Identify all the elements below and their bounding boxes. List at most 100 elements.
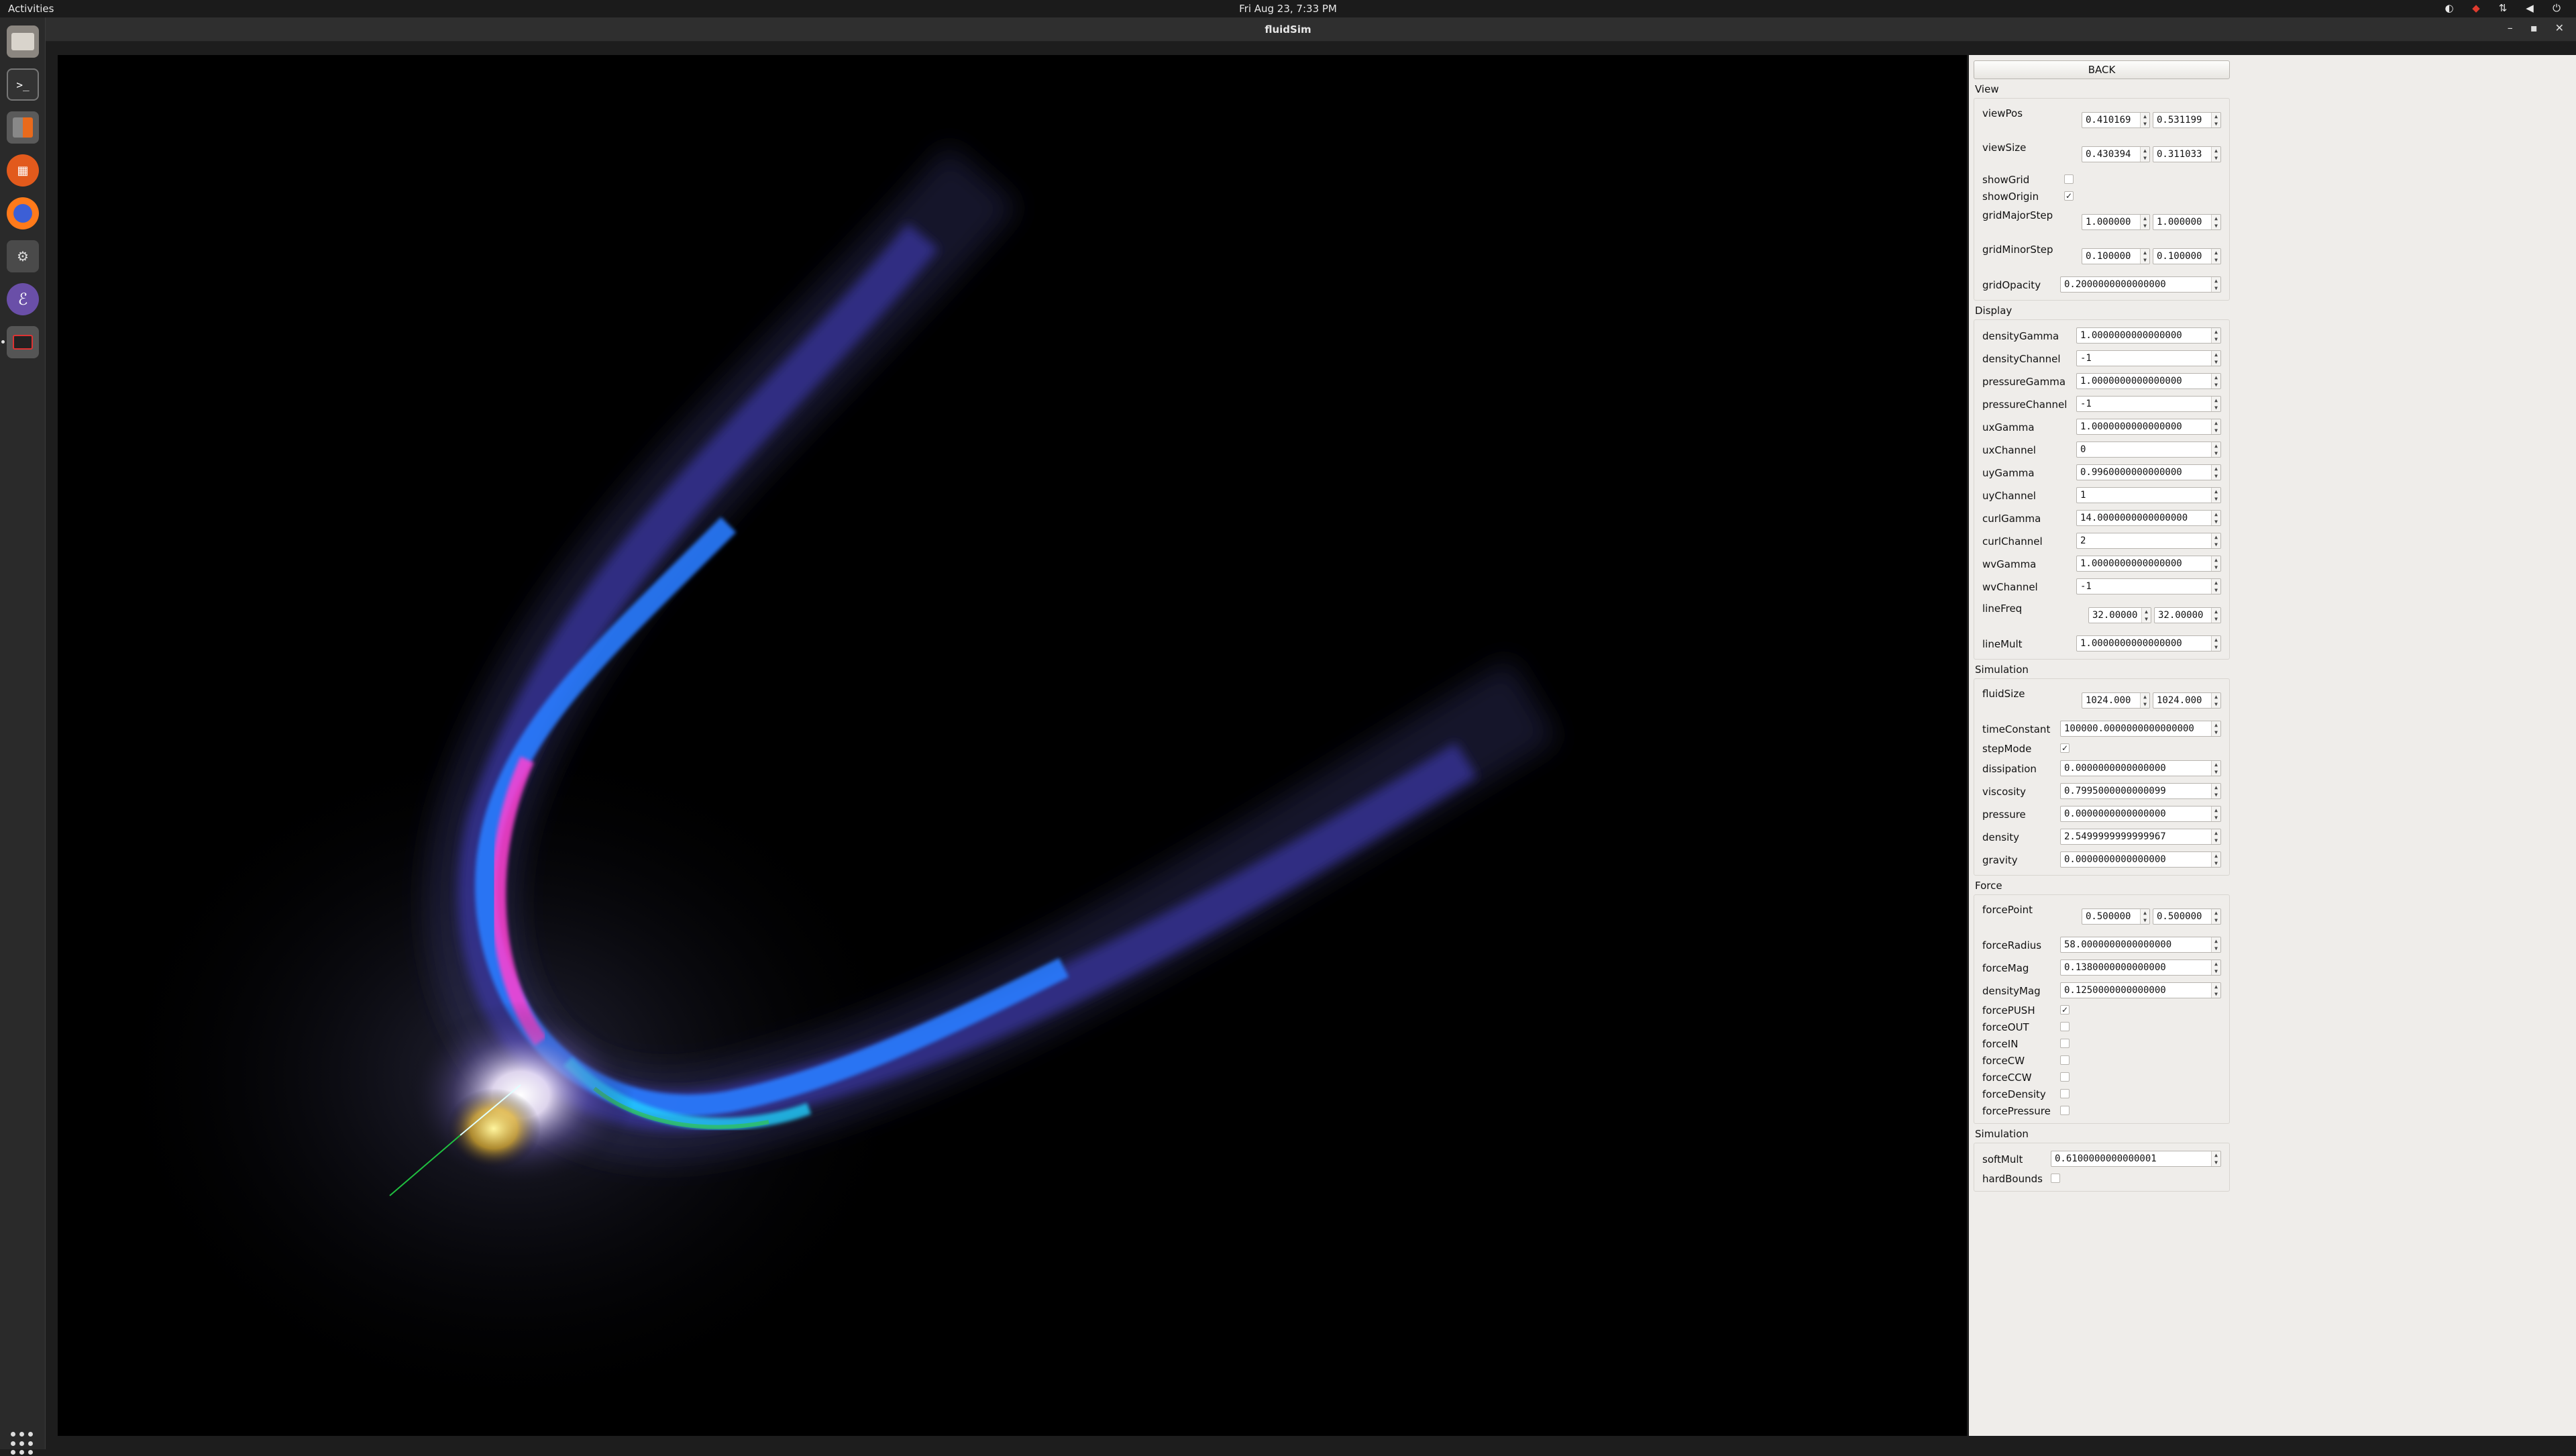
showorigin-checkbox[interactable]: ✓ (2064, 191, 2074, 201)
gridopacity-label: gridOpacity (1982, 279, 2041, 291)
forcepressure-checkbox[interactable] (2060, 1106, 2070, 1115)
wvchannel-input[interactable]: -1 ▲ ▼ (2076, 578, 2221, 594)
curlgamma-input[interactable]: 14.0000000000000000 ▲ ▼ (2076, 510, 2221, 526)
showorigin-label: showOrigin (1982, 191, 2039, 203)
forcein-checkbox[interactable] (2060, 1039, 2070, 1048)
power-icon[interactable]: ⏻ (2551, 2, 2563, 14)
showgrid-row: showGrid (1974, 171, 2229, 188)
dropbox-icon[interactable]: ◆ (2470, 2, 2482, 14)
steam-icon[interactable]: ◐ (2443, 2, 2455, 14)
viewpos-y-input[interactable]: 0.531199 ▲ ▼ (2153, 112, 2221, 128)
wvgamma-input[interactable]: 1.0000000000000000 ▲ ▼ (2076, 556, 2221, 572)
forceccw-checkbox[interactable] (2060, 1072, 2070, 1082)
pressure-row: pressure 0.0000000000000000 ▲ ▼ (1974, 802, 2229, 825)
dissipation-row: dissipation 0.0000000000000000 ▲ ▼ (1974, 757, 2229, 780)
uxchannel-input[interactable]: 0 ▲ ▼ (2076, 441, 2221, 458)
densitychannel-row: densityChannel -1 ▲ ▼ (1974, 347, 2229, 370)
forceout-checkbox[interactable] (2060, 1022, 2070, 1031)
settings-icon[interactable]: ⚙ (7, 240, 39, 272)
density-input[interactable]: 2.5499999999999967 ▲ ▼ (2060, 829, 2221, 845)
forceradius-row: forceRadius 58.0000000000000000 ▲ ▼ (1974, 933, 2229, 956)
viewpos-x-input[interactable]: 0.410169 ▲ ▼ (2082, 112, 2150, 128)
pressure-input[interactable]: 0.0000000000000000 ▲ ▼ (2060, 806, 2221, 822)
dissipation-input[interactable]: 0.0000000000000000 ▲ ▼ (2060, 760, 2221, 776)
viewsize-x-input[interactable]: 0.430394 ▲ ▼ (2082, 146, 2150, 162)
viewsize-row: viewSize 0.430394 ▲ ▼ 0.311033 ▲ ▼ (1974, 137, 2229, 171)
linefreq-y-input[interactable]: 32.00000 ▲ ▼ (2154, 607, 2221, 623)
viscosity-input[interactable]: 0.7995000000000099 ▲ ▼ (2060, 783, 2221, 799)
pressurechannel-label: pressureChannel (1982, 399, 2068, 411)
window-title: fluidSim (1265, 23, 1311, 36)
linemult-input[interactable]: 1.0000000000000000 ▲ ▼ (2076, 635, 2221, 652)
emacs-icon[interactable]: ℰ (7, 283, 39, 315)
viewsize-y-input[interactable]: 0.311033 ▲ ▼ (2153, 146, 2221, 162)
maximize-button[interactable]: ▪ (2530, 21, 2538, 34)
pressuregamma-input[interactable]: 1.0000000000000000 ▲ ▼ (2076, 373, 2221, 389)
stepmode-row: stepMode ✓ (1974, 740, 2229, 757)
hardbounds-checkbox[interactable] (2051, 1174, 2060, 1183)
forcepoint-x-input[interactable]: 0.500000 ▲ ▼ (2082, 908, 2150, 925)
fluidsize-row: fluidSize 1024.000 ▲ ▼ 1024.000 ▲ ▼ (1974, 683, 2229, 717)
forcedensity-label: forceDensity (1982, 1088, 2046, 1100)
forcepush-checkbox[interactable]: ✓ (2060, 1005, 2070, 1015)
firefox-icon[interactable] (7, 197, 39, 229)
stepmode-checkbox[interactable]: ✓ (2060, 743, 2070, 753)
forcepoint-y-input[interactable]: 0.500000 ▲ ▼ (2153, 908, 2221, 925)
pressurechannel-input[interactable]: -1 ▲ ▼ (2076, 396, 2221, 412)
network-icon[interactable]: ⇅ (2497, 2, 2509, 14)
linefreq-x-input[interactable]: 32.00000 ▲ ▼ (2088, 607, 2151, 623)
timeconstant-label: timeConstant (1982, 723, 2051, 735)
uychannel-input[interactable]: 1 ▲ ▼ (2076, 487, 2221, 503)
gridmajorstep-x-input[interactable]: 1.000000 ▲ ▼ (2082, 214, 2150, 230)
gravity-input[interactable]: 0.0000000000000000 ▲ ▼ (2060, 851, 2221, 868)
gridopacity-input[interactable]: 0.2000000000000000 ▲ ▼ (2060, 276, 2221, 293)
show-applications-icon[interactable] (11, 1432, 35, 1456)
densitymag-input[interactable]: 0.1250000000000000 ▲ ▼ (2060, 982, 2221, 998)
showgrid-checkbox[interactable] (2064, 174, 2074, 184)
wvgamma-label: wvGamma (1982, 558, 2037, 570)
close-button[interactable]: ✕ (2555, 21, 2564, 34)
gridminorstep-y-input[interactable]: 0.100000 ▲ ▼ (2153, 248, 2221, 264)
linefreq-label: lineFreq (1982, 603, 2023, 615)
forceradius-input[interactable]: 58.0000000000000000 ▲ ▼ (2060, 937, 2221, 953)
gridmajorstep-row: gridMajorStep 1.000000 ▲ ▼ 1.000000 ▲ ▼ (1974, 205, 2229, 239)
calculator-icon[interactable] (7, 111, 39, 144)
ubuntu-software-icon[interactable]: ▦ (7, 154, 39, 187)
simulation-viewport[interactable] (58, 55, 1967, 1436)
forcein-label: forceIN (1982, 1038, 2019, 1050)
densitychannel-input[interactable]: -1 ▲ ▼ (2076, 350, 2221, 366)
spin-icon: ▲ ▼ (2211, 807, 2220, 821)
speaker-icon[interactable]: ◀ (2524, 2, 2536, 14)
forcecw-checkbox[interactable] (2060, 1055, 2070, 1065)
fluidsize-x-input[interactable]: 1024.000 ▲ ▼ (2082, 692, 2150, 709)
forcemag-input[interactable]: 0.1380000000000000 ▲ ▼ (2060, 959, 2221, 976)
files-icon[interactable] (7, 25, 39, 58)
uxgamma-input[interactable]: 1.0000000000000000 ▲ ▼ (2076, 419, 2221, 435)
densitygamma-input[interactable]: 1.0000000000000000 ▲ ▼ (2076, 327, 2221, 344)
dissipation-label: dissipation (1982, 763, 2037, 775)
uygamma-input[interactable]: 0.9960000000000000 ▲ ▼ (2076, 464, 2221, 480)
terminal-icon[interactable]: >_ (7, 68, 39, 101)
screenshot-icon[interactable] (1, 326, 39, 358)
back-button[interactable]: BACK (1974, 60, 2230, 79)
pressurechannel-row: pressureChannel -1 ▲ ▼ (1974, 393, 2229, 415)
fluidsize-y-input[interactable]: 1024.000 ▲ ▼ (2153, 692, 2221, 709)
timeconstant-input[interactable]: 100000.0000000000000000 ▲ ▼ (2060, 721, 2221, 737)
softmult-input[interactable]: 0.6100000000000001 ▲ ▼ (2051, 1151, 2221, 1167)
spin-icon: ▲ ▼ (2211, 636, 2220, 651)
clock[interactable]: Fri Aug 23, 7:33 PM (0, 3, 2576, 15)
minimize-button[interactable]: – (2508, 21, 2513, 34)
gridmajorstep-y-input[interactable]: 1.000000 ▲ ▼ (2153, 214, 2221, 230)
uychannel-label: uyChannel (1982, 490, 2036, 502)
system-tray[interactable]: ◐ ◆ ⇅ ◀ ⏻ (2443, 2, 2563, 14)
gridmajorstep-label: gridMajorStep (1982, 209, 2053, 221)
curlchannel-input[interactable]: 2 ▲ ▼ (2076, 533, 2221, 549)
section-force: Force (1975, 880, 2002, 892)
pressuregamma-label: pressureGamma (1982, 376, 2066, 388)
spin-icon: ▲ ▼ (2211, 608, 2220, 623)
forcedensity-checkbox[interactable] (2060, 1089, 2070, 1098)
gridminorstep-x-input[interactable]: 0.100000 ▲ ▼ (2082, 248, 2150, 264)
density-row: density 2.5499999999999967 ▲ ▼ (1974, 825, 2229, 848)
spin-icon: ▲ ▼ (2211, 249, 2220, 264)
fluid-render (58, 55, 1967, 1436)
